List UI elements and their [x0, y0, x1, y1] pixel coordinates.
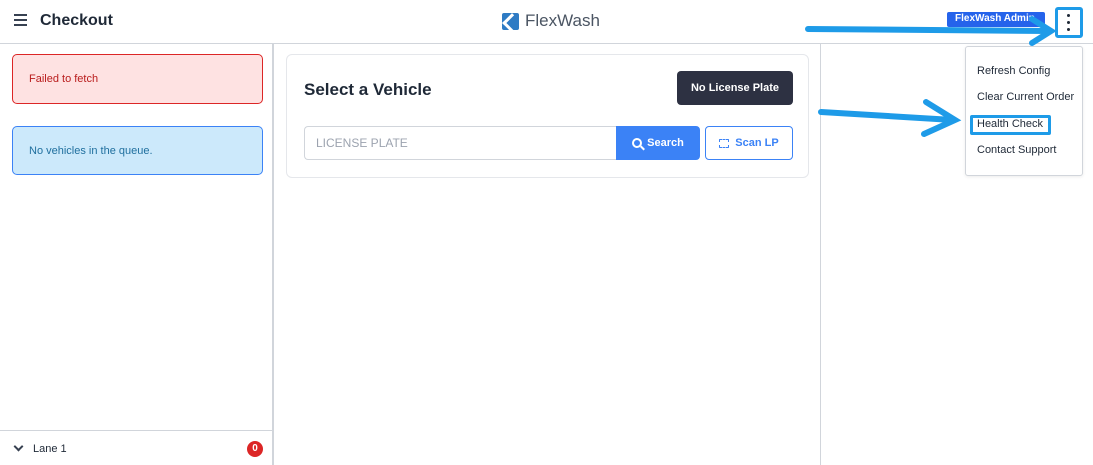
arrow-to-health-check [818, 109, 956, 123]
app-header: Checkout FlexWash FlexWash Admin [0, 0, 1093, 44]
brand: FlexWash [502, 11, 600, 31]
more-menu-button[interactable] [1055, 7, 1083, 38]
card-title: Select a Vehicle [304, 80, 432, 99]
kebab-vertical-icon [1067, 14, 1070, 17]
health-check-highlight [970, 115, 1051, 135]
menu-item-contact-support[interactable]: Contact Support [977, 144, 1057, 156]
scan-button-label: Scan LP [735, 137, 779, 149]
lane-count-badge: 0 [247, 441, 263, 457]
scan-icon [719, 138, 730, 148]
no-license-plate-button[interactable]: No License Plate [677, 71, 793, 105]
info-alert: No vehicles in the queue. [12, 126, 263, 175]
menu-item-refresh-config[interactable]: Refresh Config [977, 65, 1050, 77]
select-vehicle-card: Select a Vehicle No License Plate Search… [286, 54, 809, 178]
kebab-dot [1067, 28, 1070, 31]
page-title: Checkout [40, 12, 113, 29]
menu-item-clear-current-order[interactable]: Clear Current Order [977, 91, 1074, 103]
lane-label: Lane 1 [33, 443, 67, 455]
hamburger-icon[interactable] [14, 14, 27, 27]
search-button[interactable]: Search [616, 126, 700, 160]
arrowhead-health-check [921, 99, 962, 137]
search-button-label: Search [647, 137, 684, 149]
flexwash-logo-icon [502, 12, 519, 30]
main-panel: Select a Vehicle No License Plate Search… [275, 44, 821, 465]
license-plate-input[interactable] [304, 126, 617, 160]
brand-name: FlexWash [525, 11, 600, 30]
queue-sidebar: Failed to fetch No vehicles in the queue… [0, 44, 274, 465]
error-alert: Failed to fetch [12, 54, 263, 104]
search-icon [632, 138, 643, 148]
chevron-down-icon [13, 441, 24, 452]
user-badge[interactable]: FlexWash Admin [947, 12, 1045, 27]
kebab-dot [1067, 21, 1070, 24]
scan-lp-button[interactable]: Scan LP [705, 126, 793, 160]
lane-selector[interactable]: Lane 1 0 [0, 430, 272, 465]
more-menu-dropdown: Refresh Config Clear Current Order Healt… [965, 46, 1083, 176]
